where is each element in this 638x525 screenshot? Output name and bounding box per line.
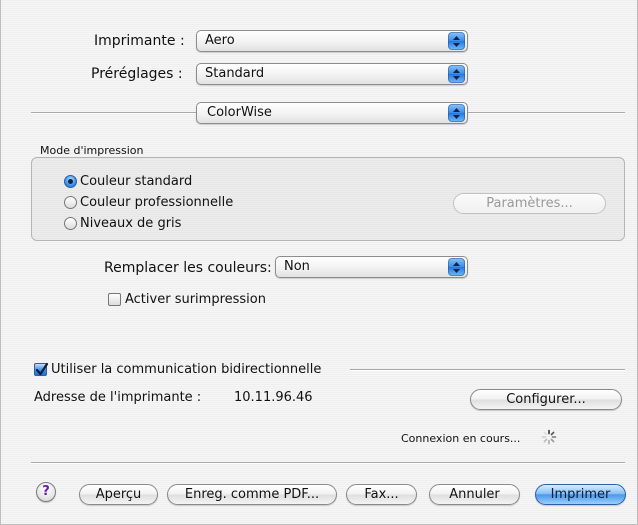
- save-as-pdf-button[interactable]: Enreg. comme PDF...: [167, 484, 337, 505]
- radio-couleur-professionnelle[interactable]: Couleur professionnelle: [64, 195, 233, 210]
- preview-button[interactable]: Aperçu: [79, 484, 158, 505]
- replace-colors-label: Remplacer les couleurs:: [104, 260, 272, 276]
- bidirectional-checkbox[interactable]: [34, 362, 49, 376]
- updown-arrows-icon: [448, 258, 465, 276]
- printer-popup[interactable]: Aero: [196, 30, 468, 52]
- panel-popup-value: ColorWise: [207, 105, 272, 120]
- updown-arrows-icon: [448, 104, 465, 122]
- radio-label: Couleur professionnelle: [80, 195, 234, 210]
- radio-couleur-standard[interactable]: Couleur standard: [64, 174, 192, 189]
- printer-label: Imprimante :: [94, 33, 185, 49]
- printer-address-value: 10.11.96.46: [234, 390, 313, 405]
- overprint-checkbox[interactable]: [108, 293, 121, 306]
- bidirectional-label: Utiliser la communication bidirectionnel…: [51, 362, 322, 377]
- radio-label: Couleur standard: [80, 174, 193, 189]
- cancel-button[interactable]: Annuler: [429, 484, 520, 505]
- radio-niveaux-de-gris[interactable]: Niveaux de gris: [64, 216, 181, 231]
- presets-popup-value: Standard: [205, 66, 265, 81]
- panel-popup[interactable]: ColorWise: [196, 102, 468, 124]
- bidirectional-checkbox-row[interactable]: Utiliser la communication bidirectionnel…: [34, 362, 321, 377]
- printer-popup-value: Aero: [205, 33, 235, 48]
- print-mode-group-label: Mode d'impression: [40, 144, 144, 157]
- overprint-checkbox-row[interactable]: Activer surimpression: [108, 292, 266, 307]
- connection-status: Connexion en cours...: [401, 432, 521, 445]
- print-dialog: Imprimante : Aero Préréglages : Standard…: [0, 0, 638, 525]
- separator-bidirectional: [350, 369, 625, 370]
- radio-button-selected[interactable]: [64, 175, 77, 188]
- radio-button[interactable]: [64, 217, 77, 230]
- settings-button[interactable]: Paramètres...: [453, 193, 606, 214]
- help-button[interactable]: ?: [36, 482, 56, 502]
- presets-label: Préréglages :: [91, 66, 183, 82]
- replace-colors-popup[interactable]: Non: [275, 256, 468, 278]
- progress-spinner-icon: [541, 429, 557, 445]
- print-button[interactable]: Imprimer: [535, 484, 626, 505]
- radio-button[interactable]: [64, 196, 77, 209]
- updown-arrows-icon: [448, 32, 465, 50]
- radio-label: Niveaux de gris: [80, 216, 182, 231]
- separator-footer: [31, 462, 625, 463]
- replace-colors-value: Non: [284, 259, 310, 274]
- printer-address-label: Adresse de l'imprimante :: [34, 390, 202, 405]
- checkmark-icon: [35, 362, 49, 376]
- updown-arrows-icon: [448, 65, 465, 83]
- overprint-label: Activer surimpression: [125, 292, 266, 307]
- fax-button[interactable]: Fax...: [346, 484, 417, 505]
- configure-button[interactable]: Configurer...: [470, 389, 622, 410]
- presets-popup[interactable]: Standard: [196, 63, 468, 85]
